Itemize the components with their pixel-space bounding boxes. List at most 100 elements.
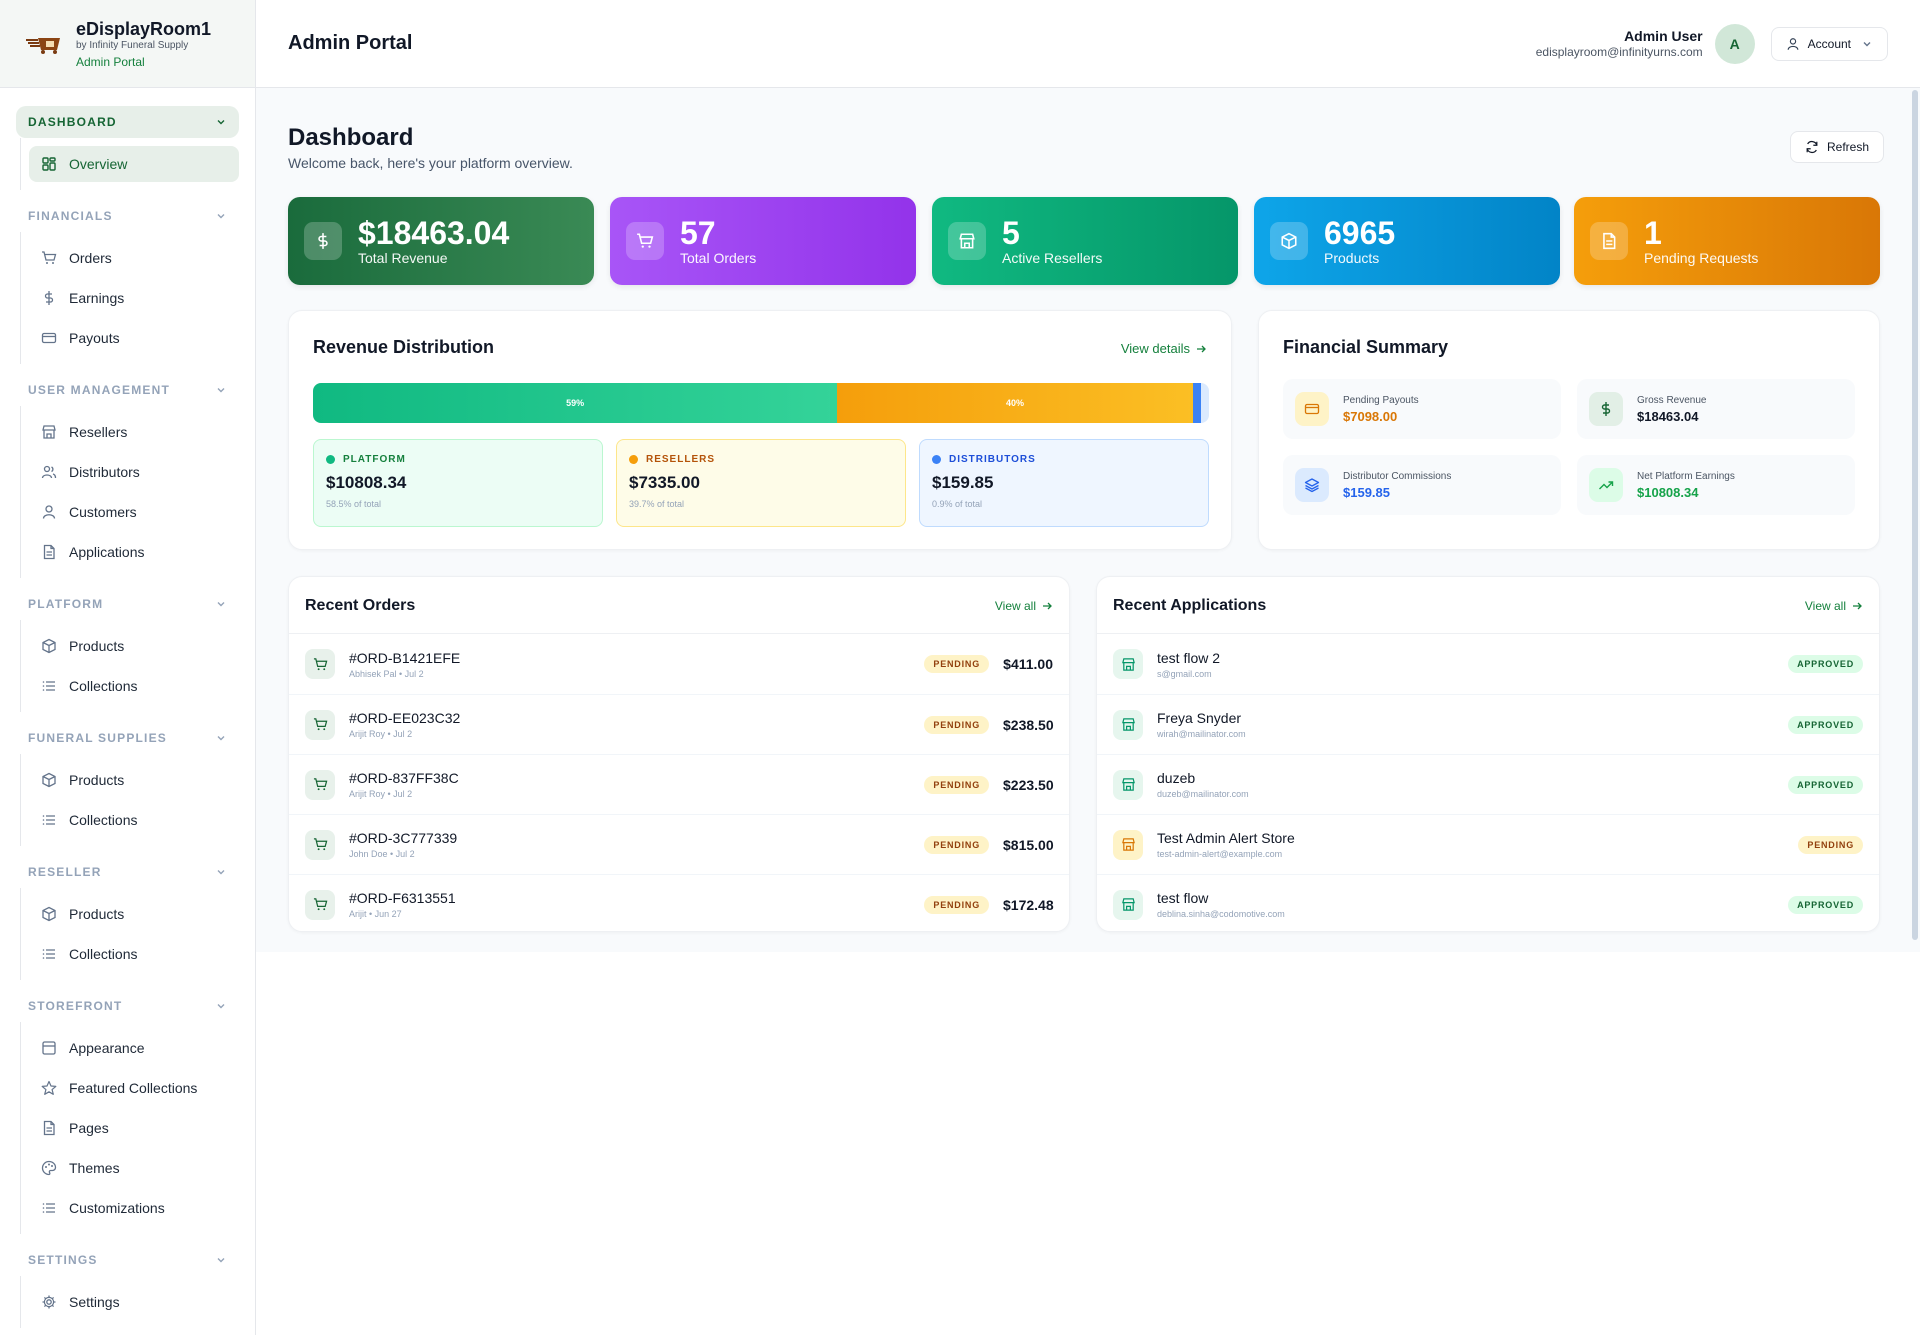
sidebar-item-distributors[interactable]: Distributors (29, 454, 239, 490)
sidebar-item-label: Resellers (69, 424, 128, 440)
sidebar-item-resellers[interactable]: Resellers (29, 414, 239, 450)
dist-pct: 0.9% of total (932, 499, 983, 509)
list-item[interactable]: Freya Snyder wirah@mailinator.com APPROVE… (1097, 694, 1879, 754)
star-icon (41, 1080, 57, 1095)
brand[interactable]: eDisplayRoom1 by Infinity Funeral Supply… (0, 0, 255, 88)
fin-value: $7098.00 (1343, 408, 1398, 424)
store-icon (42, 425, 56, 439)
view-all-applications-link[interactable]: View all (1805, 599, 1863, 613)
scrollbar[interactable] (1912, 90, 1918, 940)
sidebar-item-label: Themes (69, 1160, 120, 1176)
status-badge: APPROVED (1788, 895, 1863, 914)
sidebar-item-reseller-products[interactable]: Products (29, 896, 239, 932)
sidebar-item-orders[interactable]: Orders (29, 240, 239, 276)
fin-label: Net Platform Earnings (1637, 470, 1735, 482)
nav-group-platform[interactable]: PLATFORM (16, 588, 239, 620)
order-amount: $172.48 (1003, 896, 1054, 913)
nav-group-dashboard[interactable]: DASHBOARD (16, 106, 239, 138)
dist-title: PLATFORM (343, 454, 406, 465)
list-item[interactable]: Test Admin Alert Store test-admin-alert@e… (1097, 814, 1879, 874)
sidebar-item-reseller-collections[interactable]: Collections (29, 936, 239, 972)
fin-item-pending-payouts[interactable]: Pending Payouts $7098.00 (1283, 379, 1561, 439)
stat-card-total-revenue[interactable]: $18463.04 Total Revenue (288, 197, 594, 285)
header-user-area: Admin User edisplayroom@infinityurns.com… (1536, 23, 1888, 64)
resellers-dot (629, 455, 638, 464)
sidebar: eDisplayRoom1 by Infinity Funeral Supply… (0, 0, 256, 1335)
store-icon (1113, 829, 1143, 860)
sidebar-item-customers[interactable]: Customers (29, 494, 239, 530)
stat-card-products[interactable]: 6965 Products (1254, 197, 1560, 285)
refresh-button[interactable]: Refresh (1790, 131, 1884, 163)
order-meta: Arijit • Jun 27 (349, 909, 402, 919)
view-all-orders-link[interactable]: View all (995, 599, 1053, 613)
box-icon (1270, 222, 1308, 260)
avatar[interactable]: A (1714, 23, 1755, 64)
table-row[interactable]: #ORD-EE023C32 Arijit Roy • Jul 2 PENDING $… (289, 694, 1069, 754)
fin-item-gross-revenue[interactable]: Gross Revenue $18463.04 (1577, 379, 1855, 439)
applicant-email: test-admin-alert@example.com (1157, 849, 1283, 859)
store-icon (1113, 709, 1143, 740)
view-details-link[interactable]: View details (1121, 341, 1207, 356)
stat-label: Total Orders (680, 250, 757, 266)
sidebar-item-payouts[interactable]: Payouts (29, 320, 239, 356)
applicant-name: test flow (1157, 890, 1209, 906)
cart-icon (305, 769, 335, 800)
sidebar-item-label: Pages (69, 1120, 109, 1136)
status-badge: PENDING (924, 715, 989, 734)
sidebar-item-featured-collections[interactable]: Featured Collections (29, 1070, 239, 1106)
fin-item-net-platform-earnings[interactable]: Net Platform Earnings $10808.34 (1577, 455, 1855, 515)
table-row[interactable]: #ORD-F6313551 Arijit • Jun 27 PENDING $172… (289, 874, 1069, 934)
nav-group-title: PLATFORM (28, 597, 104, 611)
nav-group-title: FUNERAL SUPPLIES (28, 731, 167, 745)
sidebar-item-supplies-products[interactable]: Products (29, 762, 239, 798)
link-label: View all (994, 599, 1036, 613)
nav-group-funeral-supplies[interactable]: FUNERAL SUPPLIES (16, 722, 239, 754)
sidebar-item-appearance[interactable]: Appearance (29, 1030, 239, 1066)
brand-portal: Admin Portal (76, 54, 145, 69)
fin-item-distributor-commissions[interactable]: Distributor Commissions $159.85 (1283, 455, 1561, 515)
sidebar-item-overview[interactable]: Overview (29, 146, 239, 182)
page-subtitle: Welcome back, here's your platform overv… (288, 155, 573, 171)
nav-group-settings[interactable]: SETTINGS (16, 1244, 239, 1276)
account-label: Account (1807, 36, 1851, 51)
sidebar-item-label: Collections (69, 812, 138, 828)
list-item[interactable]: test flow 2 s@gmail.com APPROVED (1097, 634, 1879, 694)
sidebar-item-settings[interactable]: Settings (29, 1284, 239, 1320)
nav-group-storefront[interactable]: STOREFRONT (16, 990, 239, 1022)
sidebar-item-earnings[interactable]: Earnings (29, 280, 239, 316)
sidebar-item-applications[interactable]: Applications (29, 534, 239, 570)
applicant-name: test flow 2 (1157, 649, 1221, 666)
list-item[interactable]: test flow deblina.sinha@codomotive.com AP… (1097, 874, 1879, 934)
nav-group-user-management[interactable]: USER MANAGEMENT (16, 374, 239, 406)
sidebar-item-platform-products[interactable]: Products (29, 628, 239, 664)
sidebar-item-pages[interactable]: Pages (29, 1110, 239, 1146)
sidebar-item-supplies-collections[interactable]: Collections (29, 802, 239, 838)
document-icon (43, 544, 55, 560)
table-row[interactable]: #ORD-837FF38C Arijit Roy • Jul 2 PENDING $… (289, 754, 1069, 814)
logo-icon (26, 37, 60, 54)
stat-card-pending-requests[interactable]: 1 Pending Requests (1574, 197, 1880, 285)
sidebar-item-customizations[interactable]: Customizations (29, 1190, 239, 1226)
list-icon (42, 681, 55, 691)
link-label: View all (1804, 599, 1846, 613)
account-button[interactable]: Account (1770, 26, 1888, 61)
table-row[interactable]: #ORD-B1421EFE Abhisek Pal • Jul 2 PENDING… (289, 634, 1069, 694)
order-amount: $411.00 (1003, 656, 1053, 672)
order-amount: $223.50 (1003, 776, 1054, 793)
table-row[interactable]: #ORD-3C777339 John Doe • Jul 2 PENDING $81… (289, 814, 1069, 874)
sidebar-item-label: Customers (69, 504, 137, 520)
stat-card-active-resellers[interactable]: 5 Active Resellers (932, 197, 1238, 285)
sidebar-item-platform-collections[interactable]: Collections (29, 668, 239, 704)
stat-card-total-orders[interactable]: 57 Total Orders (610, 197, 916, 285)
list-item[interactable]: duzeb duzeb@mailinator.com APPROVED (1097, 754, 1879, 814)
distribution-segment-platform: 59% (313, 383, 838, 423)
list-icon (42, 1203, 55, 1213)
grid-icon (42, 157, 56, 171)
dollar-icon (1589, 392, 1623, 426)
nav-group-reseller[interactable]: RESELLER (16, 856, 239, 888)
chevron-down-icon (1863, 41, 1871, 46)
nav-group-financials[interactable]: FINANCIALS (16, 200, 239, 232)
user-icon (1787, 37, 1799, 50)
sidebar-item-themes[interactable]: Themes (29, 1150, 239, 1186)
nav-group-title: SETTINGS (28, 1253, 98, 1267)
